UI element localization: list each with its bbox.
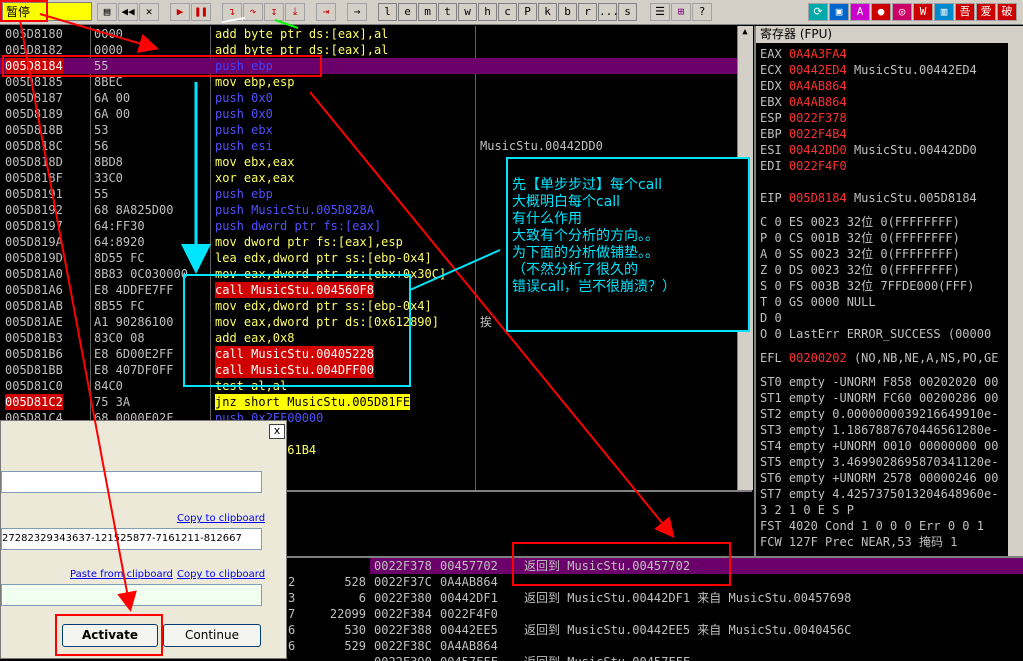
- annotation-arrows: [19, 13, 675, 612]
- arrow: [39, 13, 159, 54]
- arrow: [309, 91, 675, 539]
- arrow: [274, 19, 299, 29]
- arrow: [19, 19, 137, 612]
- arrow: [409, 249, 501, 291]
- arrow: [221, 17, 246, 23]
